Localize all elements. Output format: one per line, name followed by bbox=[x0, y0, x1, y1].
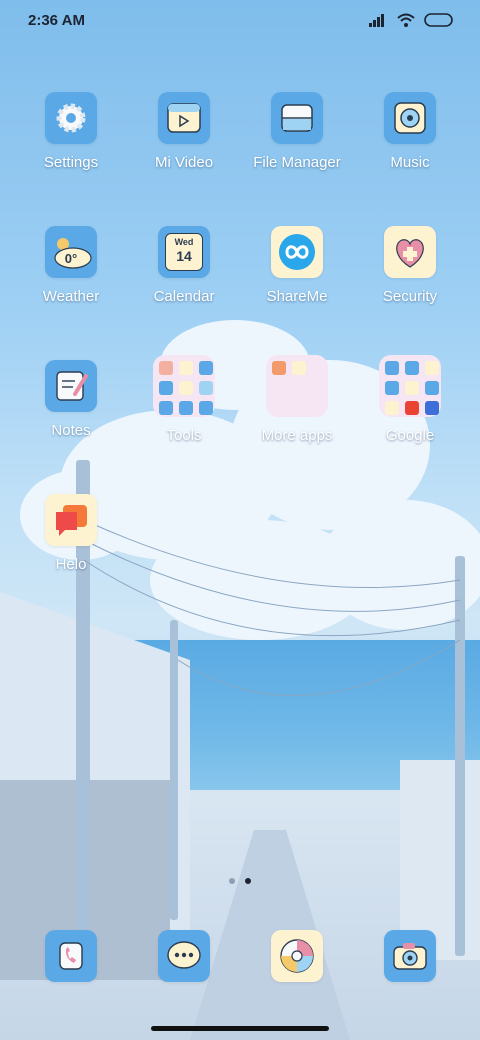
page-dot-active[interactable] bbox=[245, 878, 251, 884]
folder-more-apps[interactable]: More apps bbox=[242, 355, 352, 444]
folder-icon bbox=[379, 355, 441, 417]
calendar-day: Wed bbox=[174, 237, 194, 247]
app-calendar[interactable]: Wed 14 Calendar bbox=[129, 226, 239, 305]
settings-gear-icon bbox=[45, 92, 97, 144]
app-label: Music bbox=[390, 154, 430, 171]
app-label: File Manager bbox=[253, 154, 341, 171]
status-icons bbox=[368, 12, 454, 28]
messaging-icon bbox=[158, 930, 210, 982]
app-label: Settings bbox=[43, 154, 99, 171]
app-label: Weather bbox=[42, 288, 100, 305]
app-weather[interactable]: 0° Weather bbox=[16, 226, 126, 305]
app-label: Google bbox=[385, 427, 435, 444]
wifi-icon bbox=[397, 13, 415, 27]
app-music[interactable]: Music bbox=[355, 92, 465, 171]
app-file-manager[interactable]: File Manager bbox=[242, 92, 352, 171]
file-manager-icon bbox=[271, 92, 323, 144]
calendar-icon: Wed 14 bbox=[158, 226, 210, 278]
app-label: Helo bbox=[55, 556, 87, 573]
weather-icon: 0° bbox=[45, 226, 97, 278]
folder-tools[interactable]: Tools bbox=[129, 355, 239, 444]
dock-phone[interactable] bbox=[16, 930, 126, 982]
dock-camera[interactable] bbox=[355, 930, 465, 982]
status-time: 2:36 AM bbox=[28, 12, 85, 29]
browser-icon bbox=[271, 930, 323, 982]
weather-temperature: 0° bbox=[64, 250, 78, 266]
shareme-icon bbox=[271, 226, 323, 278]
security-heart-icon bbox=[384, 226, 436, 278]
dock-messaging[interactable] bbox=[129, 930, 239, 982]
app-label: ShareMe bbox=[266, 288, 328, 305]
app-label: More apps bbox=[261, 427, 333, 444]
app-security[interactable]: Security bbox=[355, 226, 465, 305]
phone-icon bbox=[45, 930, 97, 982]
notes-icon bbox=[45, 360, 97, 412]
dock-browser[interactable] bbox=[242, 930, 352, 982]
mi-video-icon bbox=[158, 92, 210, 144]
app-mi-video[interactable]: Mi Video bbox=[129, 92, 239, 171]
home-gesture-bar[interactable] bbox=[151, 1026, 329, 1031]
folder-icon bbox=[266, 355, 328, 417]
app-label: Notes bbox=[51, 422, 91, 439]
app-shareme[interactable]: ShareMe bbox=[242, 226, 352, 305]
app-settings[interactable]: Settings bbox=[16, 92, 126, 171]
signal-icon bbox=[369, 14, 384, 27]
battery-icon bbox=[424, 13, 453, 27]
music-speaker-icon bbox=[384, 92, 436, 144]
app-notes[interactable]: Notes bbox=[16, 360, 126, 439]
folder-google[interactable]: Google bbox=[355, 355, 465, 444]
home-screen: 2:36 AM Settings Mi Video File Manager M… bbox=[0, 0, 480, 1040]
camera-icon bbox=[384, 930, 436, 982]
app-helo[interactable]: Helo bbox=[16, 494, 126, 573]
page-indicator[interactable] bbox=[229, 878, 251, 884]
app-label: Security bbox=[382, 288, 438, 305]
folder-icon bbox=[153, 355, 215, 417]
calendar-date: 14 bbox=[176, 248, 192, 264]
app-label: Tools bbox=[166, 427, 202, 444]
page-dot[interactable] bbox=[229, 878, 235, 884]
app-label: Mi Video bbox=[154, 154, 214, 171]
helo-icon bbox=[45, 494, 97, 546]
app-label: Calendar bbox=[153, 288, 215, 305]
